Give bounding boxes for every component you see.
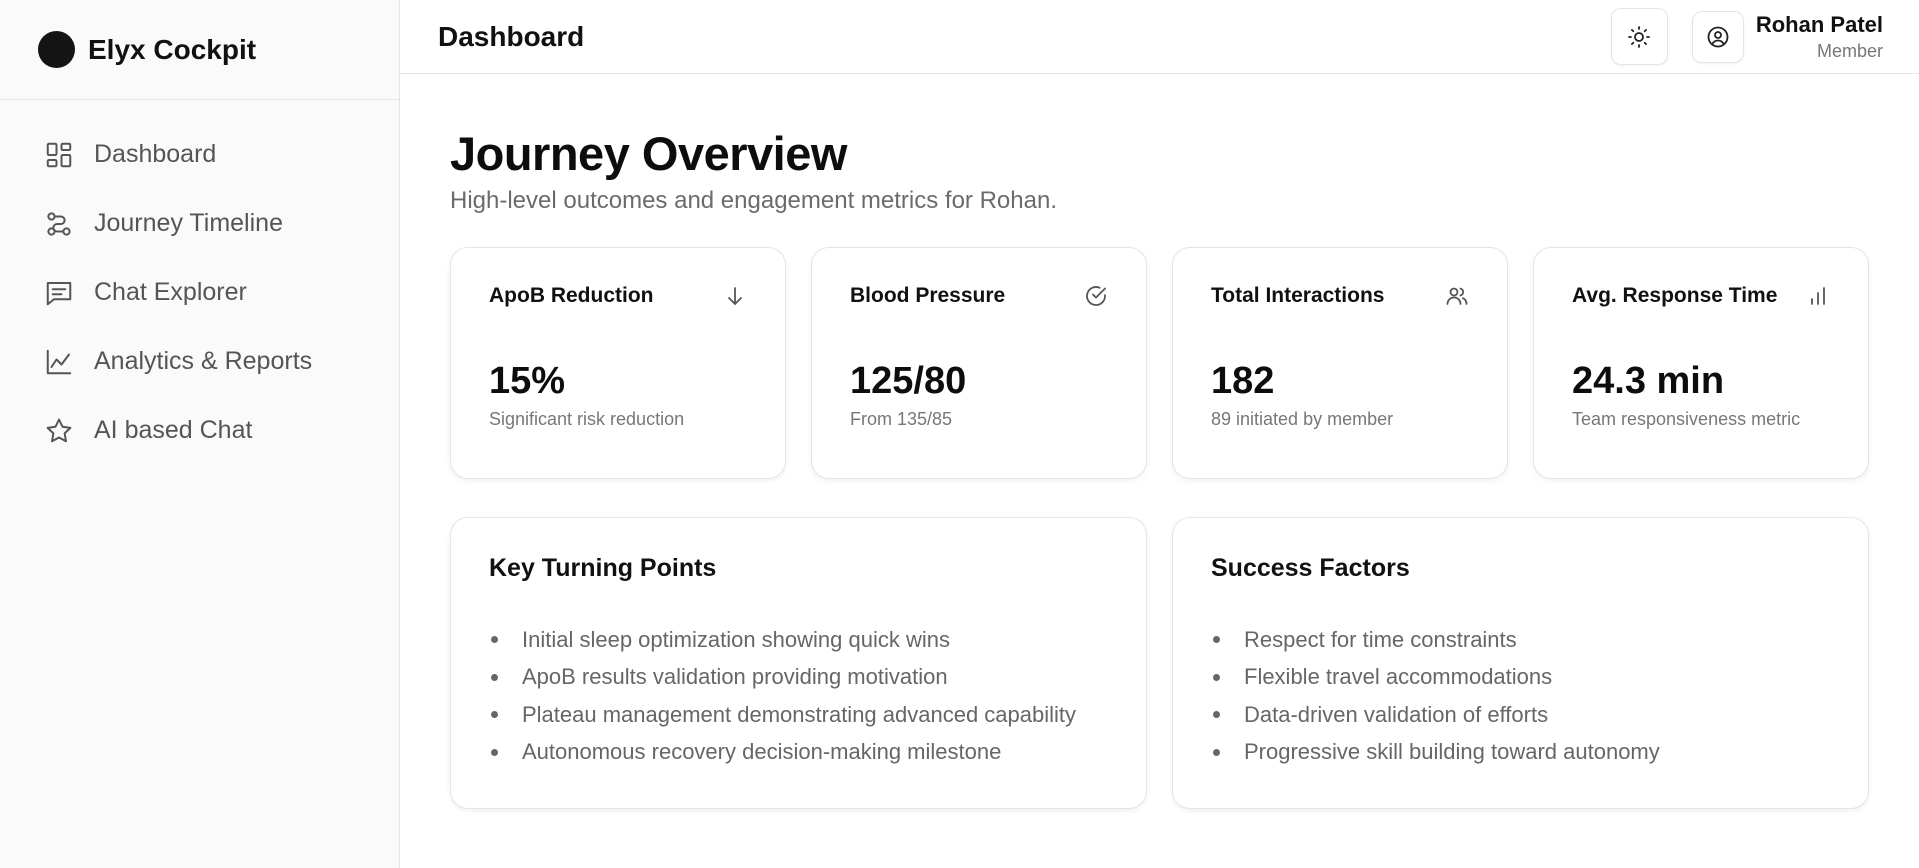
success-factors-card: Success Factors Respect for time constra… <box>1172 517 1869 809</box>
stat-value: 24.3 min <box>1572 360 1725 402</box>
brand-name: Elyx Cockpit <box>88 33 257 65</box>
sidebar-item-label: Chat Explorer <box>94 278 247 306</box>
list-item-text: Autonomous recovery decision-making mile… <box>522 739 1002 765</box>
stat-card-total-interactions: Total Interactions 182 89 initiated by m… <box>1172 247 1508 479</box>
stat-value: 15% <box>489 360 566 402</box>
star-icon <box>46 418 72 442</box>
bullet-icon <box>1213 748 1220 756</box>
stat-value: 125/80 <box>850 360 967 402</box>
stat-value: 182 <box>1211 360 1275 402</box>
theme-toggle-button[interactable] <box>1610 8 1668 65</box>
list-item: Flexible travel accommodations <box>1211 659 1830 697</box>
list-item: Initial sleep optimization showing quick… <box>489 621 1108 659</box>
stat-subtitle: From 135/85 <box>850 409 953 429</box>
user-info[interactable]: Rohan Patel Member <box>1756 12 1883 62</box>
sidebar-item-ai-chat[interactable]: AI based Chat <box>0 396 399 465</box>
page-title: Journey Overview <box>450 127 847 180</box>
list-item-text: Data-driven validation of efforts <box>1244 701 1549 727</box>
route-icon <box>47 211 71 236</box>
arrow-down-icon <box>728 287 742 305</box>
stat-subtitle: 89 initiated by member <box>1211 409 1394 429</box>
stat-title: Blood Pressure <box>850 284 1006 307</box>
stat-title: ApoB Reduction <box>489 284 654 307</box>
key-turning-points-list: Initial sleep optimization showing quick… <box>489 621 1108 771</box>
line-chart-icon <box>46 349 72 374</box>
list-item-text: ApoB results validation providing motiva… <box>522 664 948 690</box>
stat-card-avg-response-time: Avg. Response Time 24.3 min Team respons… <box>1533 247 1869 479</box>
list-item: Autonomous recovery decision-making mile… <box>489 734 1108 772</box>
bullet-icon <box>491 636 498 644</box>
list-item: Data-driven validation of efforts <box>1211 696 1830 734</box>
check-circle-icon <box>1086 286 1106 306</box>
stat-title: Avg. Response Time <box>1572 284 1778 307</box>
sidebar-item-label: AI based Chat <box>94 416 253 444</box>
user-circle-icon <box>1707 26 1729 47</box>
bar-chart-icon <box>1811 287 1825 305</box>
success-factors-list: Respect for time constraints Flexible tr… <box>1211 621 1830 771</box>
list-item-text: Progressive skill building toward autono… <box>1244 739 1660 765</box>
stat-card-apob: ApoB Reduction 15% Significant risk redu… <box>450 247 786 479</box>
bullet-icon <box>1213 711 1220 719</box>
stats-row: ApoB Reduction 15% Significant risk redu… <box>450 247 1869 479</box>
sidebar-item-analytics-reports[interactable]: Analytics & Reports <box>0 327 399 396</box>
app-root: Elyx Cockpit Dashboard Journey Timeline <box>0 0 1919 868</box>
sidebar-item-label: Analytics & Reports <box>94 347 313 375</box>
stat-subtitle: Significant risk reduction <box>489 409 685 429</box>
bullet-icon <box>491 748 498 756</box>
panel-title: Success Factors <box>1211 554 1410 582</box>
topbar-title: Dashboard <box>438 20 585 52</box>
dashboard-content: Journey Overview High-level outcomes and… <box>400 74 1919 809</box>
chat-icon <box>46 281 72 305</box>
bullet-icon <box>1213 673 1220 681</box>
list-item: Respect for time constraints <box>1211 621 1830 659</box>
brand[interactable]: Elyx Cockpit <box>0 0 399 100</box>
sidebar: Elyx Cockpit Dashboard Journey Timeline <box>0 0 400 868</box>
page-subtitle: High-level outcomes and engagement metri… <box>450 187 1057 214</box>
list-item-text: Flexible travel accommodations <box>1244 664 1553 690</box>
sidebar-item-chat-explorer[interactable]: Chat Explorer <box>0 258 399 327</box>
topbar-actions: Rohan Patel Member <box>1610 8 1883 65</box>
bullet-icon <box>491 673 498 681</box>
bullet-icon <box>491 711 498 719</box>
user-name: Rohan Patel <box>1755 11 1883 37</box>
list-item-text: Plateau management demonstrating advance… <box>522 701 1077 727</box>
panel-title: Key Turning Points <box>489 554 717 582</box>
profile-button[interactable] <box>1691 10 1744 63</box>
sidebar-nav: Dashboard Journey Timeline Chat Explorer <box>0 100 399 465</box>
sun-icon <box>1628 25 1651 48</box>
list-item: Progressive skill building toward autono… <box>1211 734 1830 772</box>
list-item: ApoB results validation providing motiva… <box>489 659 1108 697</box>
sidebar-item-label: Dashboard <box>94 140 217 168</box>
panels-row: Key Turning Points Initial sleep optimiz… <box>450 517 1869 809</box>
dashboard-grid-icon <box>46 142 72 167</box>
key-turning-points-card: Key Turning Points Initial sleep optimiz… <box>450 517 1147 809</box>
sidebar-item-label: Journey Timeline <box>94 209 283 237</box>
topbar: Dashboard Rohan Patel Member <box>400 0 1919 74</box>
users-icon <box>1446 287 1468 305</box>
sidebar-item-journey-timeline[interactable]: Journey Timeline <box>0 189 399 258</box>
stat-title: Total Interactions <box>1211 284 1385 307</box>
sidebar-item-dashboard[interactable]: Dashboard <box>0 120 399 189</box>
list-item-text: Respect for time constraints <box>1244 626 1517 652</box>
list-item-text: Initial sleep optimization showing quick… <box>522 626 950 652</box>
brand-logo <box>38 31 75 68</box>
list-item: Plateau management demonstrating advance… <box>489 696 1108 734</box>
stat-card-blood-pressure: Blood Pressure 125/80 From 135/85 <box>811 247 1147 479</box>
stat-subtitle: Team responsiveness metric <box>1572 409 1801 429</box>
bullet-icon <box>1213 636 1220 644</box>
main-area: Dashboard Rohan Patel Member Journey Ove… <box>400 0 1919 868</box>
user-role: Member <box>1816 40 1883 61</box>
